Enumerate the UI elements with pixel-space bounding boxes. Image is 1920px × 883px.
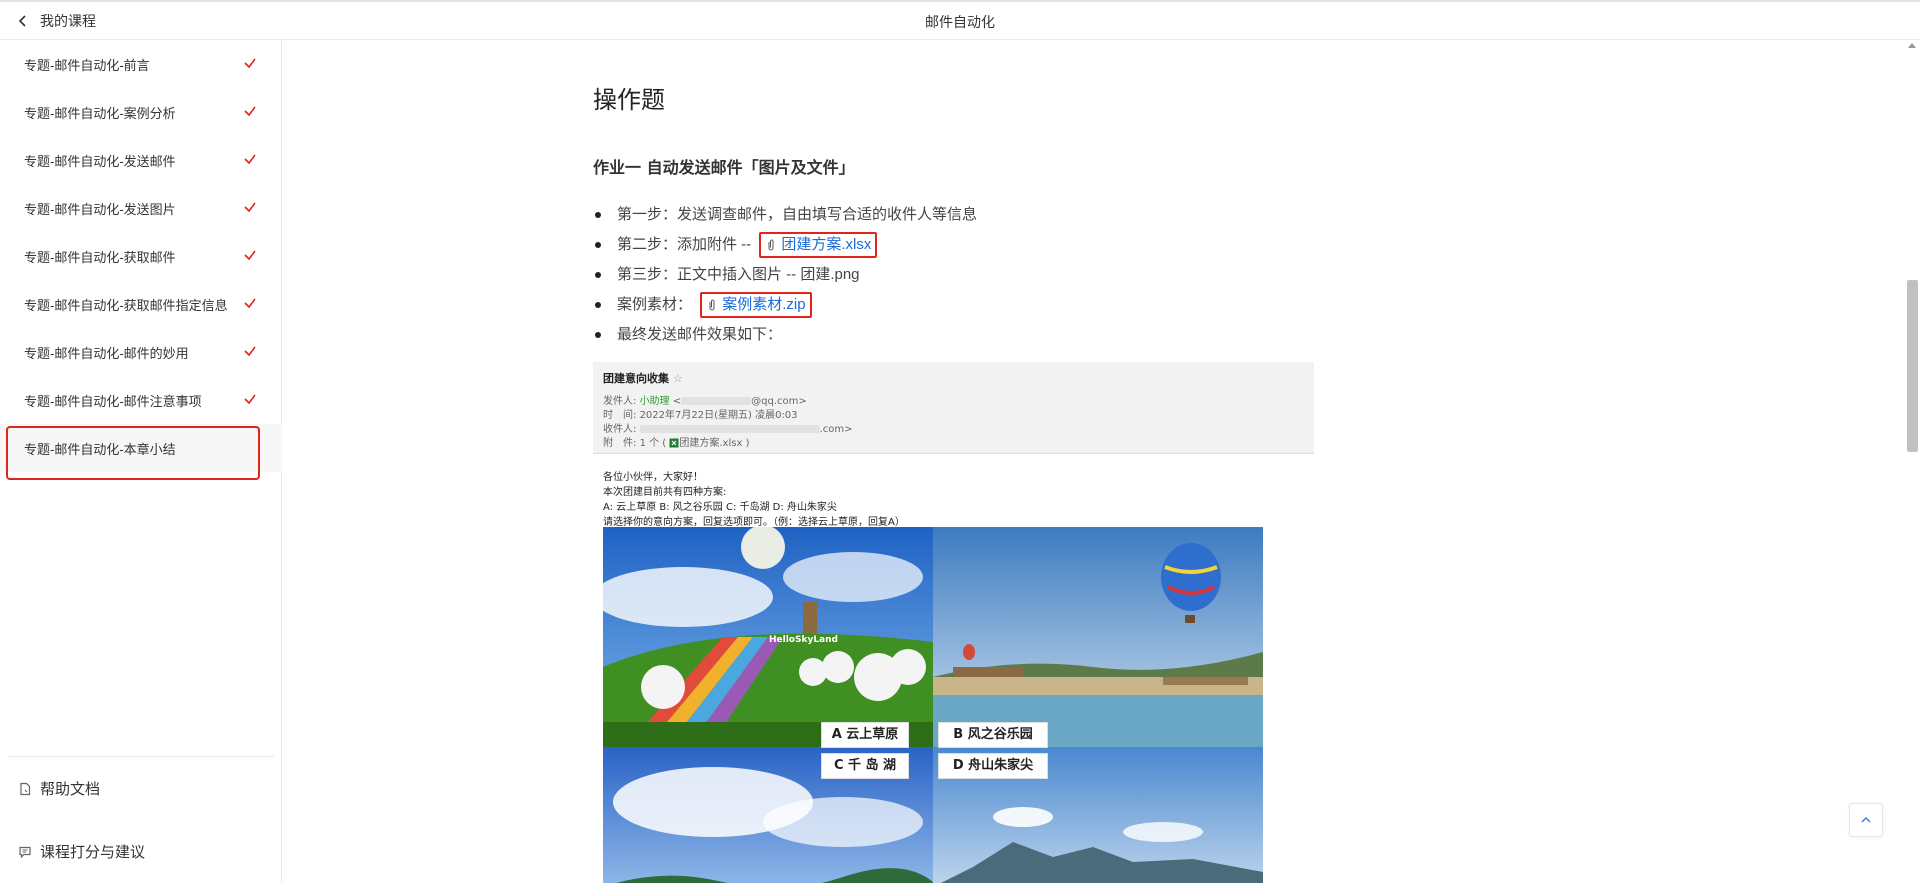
sidebar-item-label: 专题-邮件自动化-发送邮件 (24, 153, 176, 169)
sidebar-item-label: 专题-邮件自动化-发送图片 (24, 201, 176, 217)
email-subject-text: 团建意向收集 (603, 372, 669, 385)
sidebar-divider (8, 756, 274, 757)
step-text: 第一步：发送调查邮件，自由填写合适的收件人等信息 (617, 206, 978, 223)
check-icon (244, 154, 256, 165)
email-time: 时 间: 2022年7月22日(星期五) 凌晨0:03 (603, 406, 798, 421)
sidebar-item-label: 专题-邮件自动化-本章小结 (24, 441, 176, 457)
attach-close: ) (745, 438, 750, 449)
step-text: 最终发送邮件效果如下： (617, 326, 783, 343)
scrollbar-track[interactable] (1906, 55, 1918, 875)
bullet (595, 242, 601, 248)
course-feedback-link[interactable]: 课程打分与建议 (18, 841, 145, 862)
sidebar-item-fetch-mail-info[interactable]: 专题-邮件自动化-获取邮件指定信息 (0, 280, 282, 328)
top-header: 我的课程 邮件自动化 (0, 0, 1920, 40)
email-from: 发件人: 小助理 < @qq.com> (603, 392, 807, 407)
check-icon (244, 250, 256, 261)
option-tag-a: A 云上草原 (821, 722, 909, 748)
redacted-text (681, 397, 752, 405)
course-feedback-label: 课程打分与建议 (40, 844, 146, 861)
email-header: 团建意向收集 ☆ 发件人: 小助理 < @qq.com> 时 间: 2022年7月2… (593, 362, 1314, 454)
attachment-name: 团建方案.xlsx (781, 236, 872, 254)
document-icon (20, 782, 31, 795)
attachment-link-materials-zip[interactable]: 案例素材.zip (700, 292, 812, 319)
option-tag-c: C 千 岛 湖 (821, 753, 909, 779)
to-suffix: .com> (819, 424, 853, 435)
sidebar-item-preface[interactable]: 专题-邮件自动化-前言 (0, 40, 282, 88)
check-icon (244, 106, 256, 117)
help-docs-link[interactable]: 帮助文档 (18, 778, 100, 799)
email-body-line: A: 云上草原 B: 风之谷乐园 C: 千岛湖 D: 舟山朱家尖 (603, 502, 837, 513)
list-item: 第一步：发送调查邮件，自由填写合适的收件人等信息 (593, 200, 977, 230)
email-body-line: 各位小伙伴，大家好！ (603, 472, 703, 483)
check-icon (244, 394, 256, 405)
comment-icon (19, 846, 31, 858)
chevron-up-icon (1861, 816, 1871, 823)
sidebar-item-mail-notes[interactable]: 专题-邮件自动化-邮件注意事项 (0, 376, 282, 424)
attach-count: 1 个 ( (639, 438, 667, 449)
check-icon (244, 58, 256, 69)
chapter-sidebar: 专题-邮件自动化-前言 专题-邮件自动化-案例分析 专题-邮件自动化-发送邮件 … (0, 40, 282, 883)
sidebar-item-mail-uses[interactable]: 专题-邮件自动化-邮件的妙用 (0, 328, 282, 376)
check-icon (244, 202, 256, 213)
redacted-text (639, 425, 820, 433)
section-heading: 操作题 (593, 87, 665, 114)
email-attachments: 附 件: 1 个 ( 团建方案.xlsx ) (603, 434, 749, 449)
sidebar-item-label: 专题-邮件自动化-前言 (24, 57, 150, 73)
photo-wind-valley-park (933, 527, 1263, 747)
email-body-line: 请选择你的意向方案，回复选项即可。（例：选择云上草原，回复A） (603, 517, 905, 528)
sidebar-item-label: 专题-邮件自动化-案例分析 (24, 105, 176, 121)
sidebar-item-label: 专题-邮件自动化-获取邮件 (24, 249, 176, 265)
email-to: 收件人: .com> (603, 420, 852, 435)
attach-label: 附 件: (603, 438, 637, 449)
step-text: 第二步：添加附件 -- (617, 236, 752, 253)
sidebar-item-send-mail[interactable]: 专题-邮件自动化-发送邮件 (0, 136, 282, 184)
email-body-line: 本次团建目前共有四种方案: (603, 487, 727, 498)
option-tag-d: D 舟山朱家尖 (938, 753, 1048, 779)
bullet (595, 272, 601, 278)
attachment-name: 案例素材.zip (722, 296, 806, 314)
paperclip-icon (768, 239, 774, 251)
check-icon (244, 346, 256, 357)
scrollbar-thumb[interactable] (1907, 280, 1918, 452)
photo-signage-text: HelloSkyLand (769, 635, 838, 645)
sidebar-item-label: 专题-邮件自动化-邮件的妙用 (24, 345, 189, 361)
attachment-link-plan-xlsx[interactable]: 团建方案.xlsx (759, 232, 878, 259)
help-docs-label: 帮助文档 (40, 781, 101, 798)
lesson-content: 操作题 作业一 自动发送邮件「图片及文件」 第一步：发送调查邮件，自由填写合适的… (283, 40, 1920, 883)
list-item: 第二步：添加附件 -- 团建方案.xlsx (593, 230, 977, 260)
sidebar-item-chapter-summary[interactable]: 专题-邮件自动化-本章小结 (0, 424, 282, 480)
bullet (595, 302, 601, 308)
email-preview-image: 团建意向收集 ☆ 发件人: 小助理 < @qq.com> 时 间: 2022年7月2… (593, 362, 1314, 883)
back-to-top-button[interactable] (1849, 803, 1883, 837)
bullet (595, 332, 601, 338)
sidebar-item-fetch-mail[interactable]: 专题-邮件自动化-获取邮件 (0, 232, 282, 280)
step-list: 第一步：发送调查邮件，自由填写合适的收件人等信息 第二步：添加附件 -- 团建方… (593, 200, 977, 350)
destination-collage: HelloSkyLand A 云上草原 B 风之谷乐园 C 千 岛 湖 D 舟山… (603, 527, 1263, 883)
page-title: 邮件自动化 (925, 14, 995, 30)
list-item: 案例素材： 案例素材.zip (593, 290, 977, 320)
paperclip-icon (709, 299, 715, 311)
sidebar-item-label: 专题-邮件自动化-邮件注意事项 (24, 393, 202, 409)
sidebar-item-label: 专题-邮件自动化-获取邮件指定信息 (24, 297, 228, 313)
step-text: 案例素材： (617, 296, 693, 313)
sidebar-item-send-image[interactable]: 专题-邮件自动化-发送图片 (0, 184, 282, 232)
list-item: 最终发送邮件效果如下： (593, 320, 977, 350)
check-icon (244, 298, 256, 309)
email-subject: 团建意向收集 ☆ (603, 370, 683, 386)
option-tag-b: B 风之谷乐园 (938, 722, 1048, 748)
star-icon: ☆ (673, 372, 683, 385)
attach-name: 团建方案.xlsx (679, 438, 743, 449)
step-text: 第三步：正文中插入图片 -- 团建.png (617, 266, 860, 283)
list-item: 第三步：正文中插入图片 -- 团建.png (593, 260, 977, 290)
photo-cloud-grassland: HelloSkyLand (603, 527, 933, 747)
assignment-title: 作业一 自动发送邮件「图片及文件」 (593, 158, 855, 177)
scroll-up-arrow-icon[interactable] (1908, 43, 1916, 48)
bullet (595, 212, 601, 218)
excel-file-icon (669, 438, 679, 448)
sidebar-item-case-analysis[interactable]: 专题-邮件自动化-案例分析 (0, 88, 282, 136)
